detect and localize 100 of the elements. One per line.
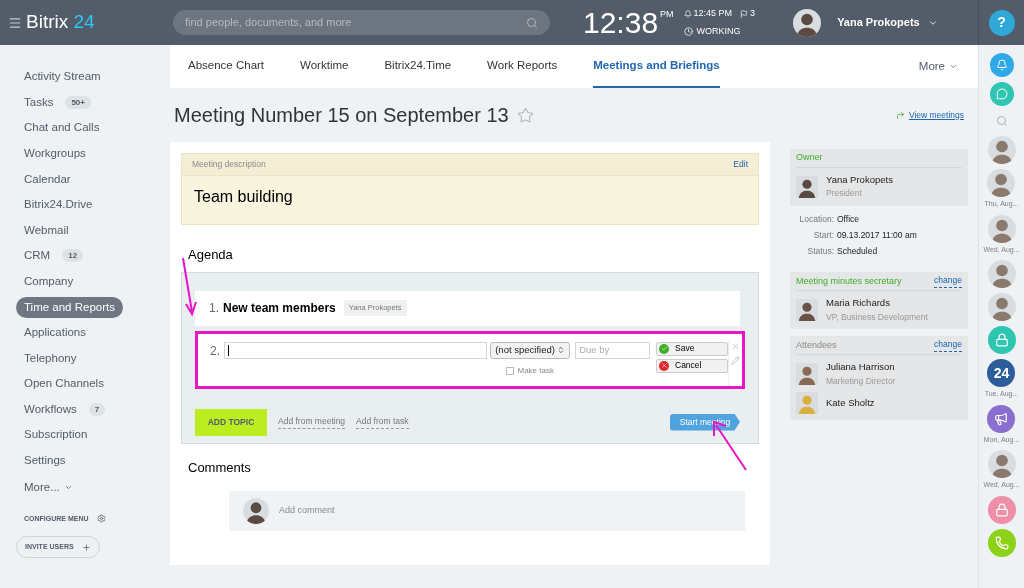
add-topic-button[interactable]: ADD TOPIC <box>195 408 267 436</box>
sidebar-item[interactable]: Subscription <box>16 426 96 444</box>
person-name[interactable]: Kate Sholtz <box>826 396 875 411</box>
cross-icon <box>659 360 669 371</box>
sidebar-item[interactable]: Tasks <box>16 93 62 111</box>
change-link[interactable]: change <box>934 338 962 353</box>
add-from-meeting-link[interactable]: Add from meeting <box>278 415 346 429</box>
detail-value: Scheduled <box>837 244 878 258</box>
make-task-checkbox[interactable] <box>506 366 515 375</box>
detail-label: Status: <box>806 244 834 258</box>
bell-icon[interactable] <box>989 53 1014 77</box>
lock-icon[interactable] <box>987 326 1016 354</box>
detail-label: Start: <box>812 228 834 242</box>
view-meetings-link[interactable]: View meetings <box>908 108 964 122</box>
change-link[interactable]: change <box>934 274 962 289</box>
item-title: New team members <box>223 300 336 317</box>
sidebar-item[interactable]: Telephony <box>16 349 85 367</box>
status-icon[interactable] <box>683 26 693 36</box>
person-photo <box>796 175 818 198</box>
person-name[interactable]: Juliana Harrison <box>826 360 896 375</box>
add-from-task-link[interactable]: Add from task <box>356 415 409 429</box>
avatar <box>987 260 1016 288</box>
avatar <box>987 214 1016 243</box>
person-photo <box>796 392 818 415</box>
user-avatar <box>793 8 822 37</box>
close-icon[interactable] <box>731 341 740 351</box>
commenter-avatar <box>243 498 269 524</box>
tab[interactable]: Worktime <box>300 45 349 88</box>
panel-heading: Owner <box>796 151 823 165</box>
person-photo <box>796 362 818 385</box>
menu-icon[interactable] <box>8 15 22 30</box>
clock-time: 12:38 <box>583 7 659 38</box>
check-icon <box>659 343 669 354</box>
plus-icon <box>81 542 91 552</box>
panel-heading: Attendees <box>796 338 837 352</box>
lock-icon[interactable] <box>987 495 1016 524</box>
search-icon[interactable] <box>526 16 538 29</box>
alarm-icon[interactable] <box>683 9 692 18</box>
page-title: Meeting Number 15 on September 13 <box>174 103 509 128</box>
logo[interactable]: Bitrix 24 <box>26 8 95 37</box>
flag-count[interactable]: 3 <box>750 7 756 21</box>
next-event[interactable]: 12:45 PM <box>693 7 733 21</box>
sidebar-item[interactable]: Workgroups <box>16 144 94 163</box>
flag-icon[interactable] <box>740 9 749 18</box>
avatar <box>987 169 1016 197</box>
sidebar-item[interactable]: Chat and Calls <box>16 119 108 137</box>
section-heading: Comments <box>188 458 252 477</box>
panel-heading: Meeting minutes secretary <box>796 274 902 288</box>
tab[interactable]: Bitrix24.Time <box>384 45 452 88</box>
sidebar-item[interactable]: Calendar <box>16 170 79 188</box>
detail-label: Location: <box>798 213 834 226</box>
tab[interactable]: Work Reports <box>487 45 558 88</box>
work-status[interactable]: WORKING <box>696 24 741 38</box>
search-icon[interactable] <box>995 115 1008 127</box>
count-badge: 50+ <box>65 95 91 109</box>
megaphone-icon[interactable] <box>987 404 1016 433</box>
section-heading: Agenda <box>188 246 234 264</box>
comment-field[interactable]: Add comment <box>279 504 335 518</box>
star-icon[interactable] <box>516 106 534 124</box>
topic-input[interactable] <box>224 341 488 359</box>
sidebar-item[interactable]: Open Channels <box>16 375 112 393</box>
caret-icon[interactable] <box>949 62 958 71</box>
more-tab[interactable]: More <box>918 57 945 76</box>
chat-icon[interactable] <box>989 82 1014 106</box>
sidebar-item[interactable]: CRM <box>16 247 59 265</box>
settings-icon[interactable] <box>96 514 106 524</box>
person-photo <box>796 298 818 321</box>
user-menu[interactable]: Yana Prokopets <box>837 14 920 31</box>
person-name[interactable]: Maria Richards <box>826 296 928 311</box>
sidebar-item[interactable]: Settings <box>16 452 74 470</box>
person-role: Marketing Director <box>826 374 896 388</box>
phone-icon[interactable] <box>987 528 1016 557</box>
description-text: Team building <box>193 187 294 207</box>
sidebar-item[interactable]: Webmail <box>16 221 77 239</box>
sidebar-more[interactable]: More... <box>24 478 60 497</box>
tab[interactable]: Meetings and Briefings <box>593 45 720 88</box>
sidebar-item[interactable]: Bitrix24.Drive <box>16 196 101 214</box>
arrow-icon[interactable] <box>895 110 905 120</box>
detail-value: 09.13.2017 11:00 am <box>837 228 917 242</box>
save-button[interactable]: Save <box>656 341 728 356</box>
sidebar-item[interactable]: Time and Reports <box>16 296 123 318</box>
person-name[interactable]: Yana Prokopets <box>826 173 893 188</box>
make-task-label: Make task <box>517 364 554 377</box>
clock-period: PM <box>660 7 674 21</box>
item-number: 2. <box>210 342 220 360</box>
avatar <box>987 450 1016 478</box>
responsible-select[interactable]: (not specified) <box>490 341 571 359</box>
pencil-icon[interactable] <box>731 355 740 365</box>
calendar-chat[interactable]: 24 <box>987 359 1016 387</box>
sidebar-item[interactable]: Company <box>16 272 82 291</box>
sidebar-item[interactable]: Applications <box>16 324 94 342</box>
caret-icon[interactable] <box>63 483 73 492</box>
avatar <box>987 136 1016 164</box>
count-badge: 12 <box>62 249 84 263</box>
sidebar-item[interactable]: Activity Stream <box>16 68 109 86</box>
description-label: Meeting description <box>192 158 266 171</box>
tab[interactable]: Absence Chart <box>188 45 265 88</box>
edit-link[interactable]: Edit <box>733 158 748 171</box>
cancel-button[interactable]: Cancel <box>656 358 728 373</box>
sidebar-item[interactable]: Workflows <box>16 400 85 419</box>
